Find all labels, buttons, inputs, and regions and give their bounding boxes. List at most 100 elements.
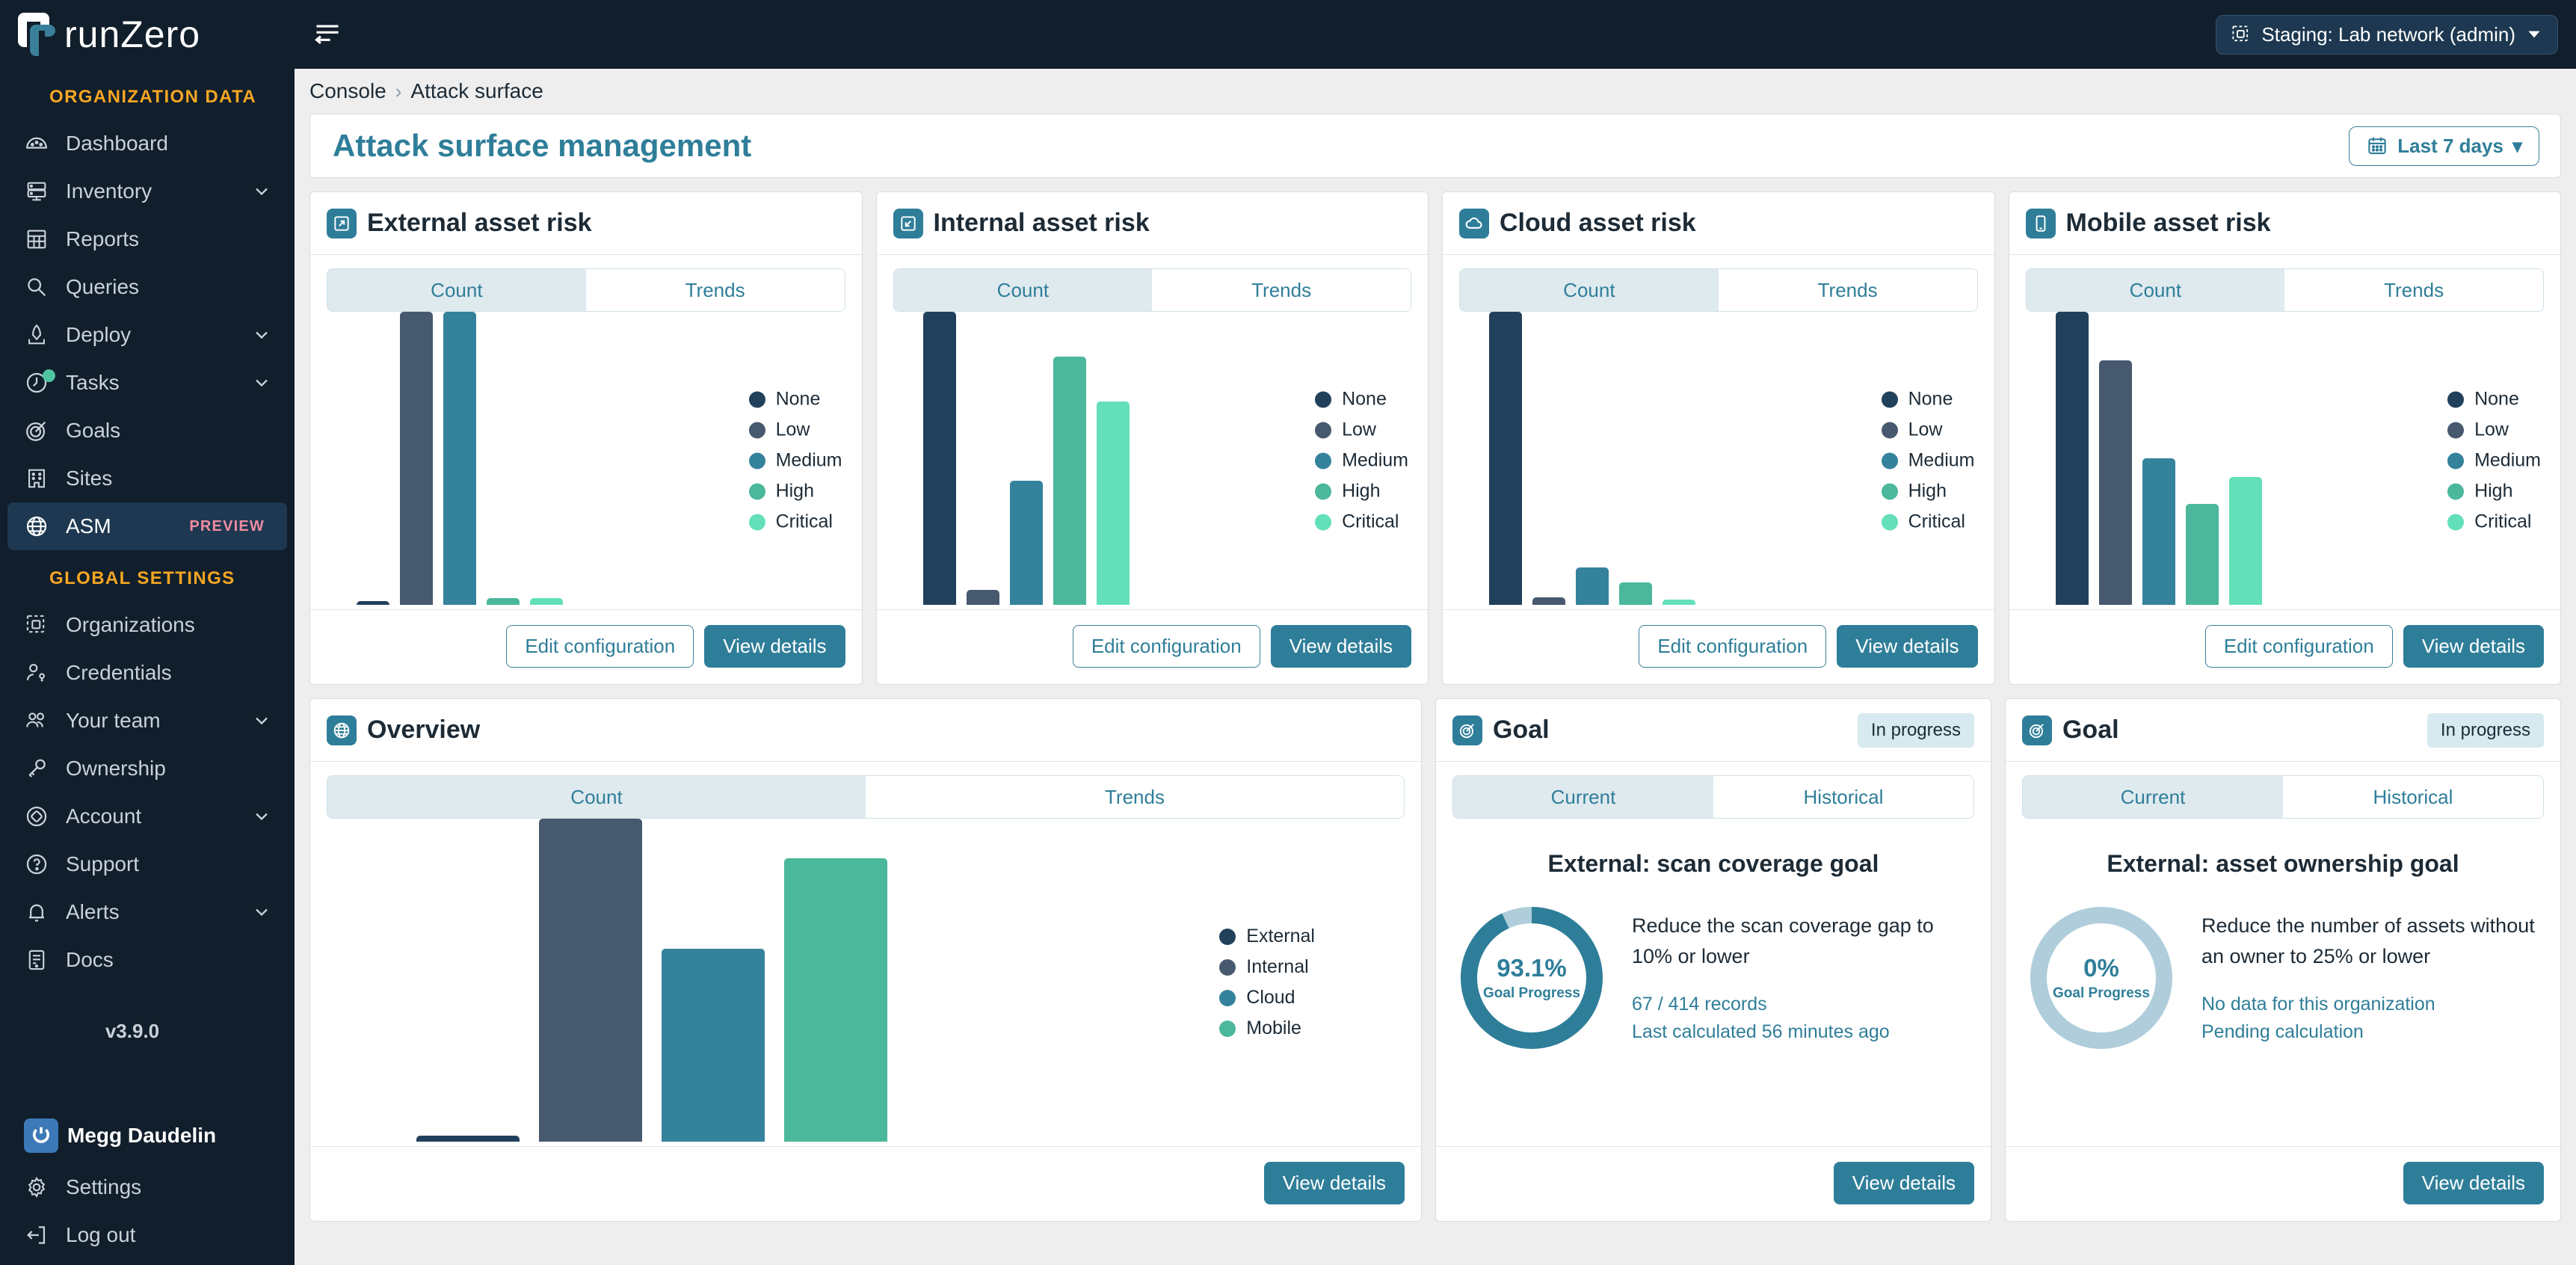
chart-legend: None Low Medium High Critical — [2447, 389, 2541, 533]
card-header: Overview — [310, 699, 1421, 762]
sidebar-item-your-team[interactable]: Your team — [0, 697, 295, 745]
date-range-picker[interactable]: Last 7 days ▾ — [2349, 126, 2539, 166]
card-header: Mobile asset risk — [2009, 192, 2560, 255]
sidebar-item-goals[interactable]: Goals — [0, 407, 295, 455]
tab-current[interactable]: Current — [1452, 776, 1713, 818]
legend-item: Cloud — [1219, 987, 1315, 1009]
view-details-button[interactable]: View details — [704, 625, 845, 668]
chevron-down-icon[interactable] — [251, 181, 272, 202]
chevron-down-icon[interactable] — [251, 902, 272, 923]
chart-legend: None Low Medium High Critical — [1315, 389, 1408, 533]
bar-none — [357, 601, 389, 605]
tab-count[interactable]: Count — [2026, 269, 2285, 311]
card-footer: View details — [310, 1146, 1421, 1221]
tab-historical[interactable]: Historical — [1713, 776, 1973, 818]
card-header: External asset risk — [310, 192, 862, 255]
goal-heading: External: asset ownership goal — [2107, 850, 2459, 877]
tab-count[interactable]: Count — [327, 269, 586, 311]
legend-label: Critical — [775, 511, 833, 532]
sidebar-item-docs[interactable]: Docs — [0, 936, 295, 984]
app-logo[interactable]: runZero — [0, 0, 295, 69]
chevron-down-icon[interactable] — [251, 710, 272, 731]
chevron-down-icon[interactable] — [251, 324, 272, 345]
tab-trends[interactable]: Trends — [585, 269, 845, 311]
organization-switcher[interactable]: Staging: Lab network (admin) — [2216, 14, 2558, 55]
sidebar-item-deploy[interactable]: Deploy — [0, 311, 295, 359]
legend-label: Low — [2474, 419, 2509, 440]
runzero-logo-icon — [13, 11, 60, 58]
sidebar-item-organizations[interactable]: Organizations — [0, 601, 295, 649]
edit-configuration-button[interactable]: Edit configuration — [506, 625, 694, 668]
view-details-button[interactable]: View details — [1263, 1162, 1405, 1204]
sidebar-item-credentials[interactable]: Credentials — [0, 649, 295, 697]
bar-none — [2055, 312, 2089, 605]
legend-label: Low — [1342, 419, 1376, 440]
legend-color-dot — [1881, 391, 1898, 407]
gear-icon — [24, 1175, 58, 1200]
tab-count[interactable]: Count — [893, 269, 1153, 311]
legend-color-dot — [2447, 422, 2465, 438]
breadcrumb-console[interactable]: Console — [309, 79, 386, 103]
sidebar-item-label: Organizations — [66, 613, 195, 636]
organizations-icon — [24, 612, 58, 638]
bar-medium — [1009, 480, 1043, 605]
card-title: Overview — [367, 715, 481, 744]
tab-trends[interactable]: Trends — [1152, 269, 1411, 311]
view-details-button[interactable]: View details — [1833, 1162, 1974, 1204]
sidebar-item-account[interactable]: Account — [0, 792, 295, 840]
card-header: Goal In progress — [2005, 699, 2560, 762]
sidebar-item-queries[interactable]: Queries — [0, 263, 295, 311]
sidebar-item-reports[interactable]: Reports — [0, 215, 295, 263]
goal-records: 67 / 414 records — [1631, 994, 1767, 1015]
sidebar-item-label: Credentials — [66, 661, 172, 684]
chevron-down-icon[interactable] — [251, 806, 272, 827]
legend-item: Low — [1881, 419, 1975, 441]
legend-label: Critical — [1342, 511, 1399, 532]
top-bar: Staging: Lab network (admin) — [295, 0, 2576, 69]
edit-configuration-button[interactable]: Edit configuration — [1072, 625, 1260, 668]
legend-color-dot — [1315, 422, 1332, 438]
tab-count[interactable]: Count — [327, 776, 866, 818]
sidebar-item-asm[interactable]: ASM PREVIEW — [7, 502, 287, 550]
tab-group: Count Trends — [1459, 268, 1978, 312]
sidebar-item-support[interactable]: Support — [0, 840, 295, 888]
sidebar-item-ownership[interactable]: Ownership — [0, 745, 295, 792]
sidebar-item-dashboard[interactable]: Dashboard — [0, 120, 295, 167]
view-details-button[interactable]: View details — [1837, 625, 1978, 668]
team-icon — [24, 708, 58, 733]
docs-icon — [24, 947, 58, 973]
chevron-down-icon[interactable] — [251, 372, 272, 393]
sidebar-item-label: Tasks — [66, 371, 120, 394]
tab-historical[interactable]: Historical — [2282, 776, 2543, 818]
view-details-button[interactable]: View details — [2403, 625, 2544, 668]
tab-trends[interactable]: Trends — [2284, 269, 2543, 311]
sidebar-item-logout[interactable]: Log out — [0, 1211, 295, 1259]
tab-trends[interactable]: Trends — [1718, 269, 1977, 311]
legend-item: Low — [2447, 419, 2541, 441]
goal-details: Reduce the number of assets without an o… — [2201, 911, 2544, 1045]
sidebar-item-label: Your team — [66, 709, 161, 732]
goal-progress-donut: 93.1% Goal Progress — [1457, 903, 1606, 1053]
chart-legend: External Internal Cloud Mobile — [1219, 926, 1315, 1039]
edit-configuration-button[interactable]: Edit configuration — [2204, 625, 2393, 668]
target-icon — [2021, 715, 2052, 745]
user-profile[interactable]: Megg Daudelin — [0, 1108, 295, 1163]
edit-configuration-button[interactable]: Edit configuration — [1639, 625, 1827, 668]
legend-color-dot — [1219, 1020, 1236, 1037]
legend-item: High — [748, 481, 842, 502]
sidebar-item-sites[interactable]: Sites — [0, 455, 295, 502]
card-footer: Edit configuration View details — [310, 609, 862, 684]
sidebar-item-label: Deploy — [66, 323, 132, 346]
tab-current[interactable]: Current — [2022, 776, 2283, 818]
sidebar-item-alerts[interactable]: Alerts — [0, 888, 295, 936]
card-mobile-asset-risk: Mobile asset risk Count Trends None Low Me… — [2008, 191, 2561, 685]
view-details-button[interactable]: View details — [1270, 625, 1411, 668]
tab-count[interactable]: Count — [1460, 269, 1719, 311]
legend-color-dot — [1315, 514, 1332, 530]
hamburger-icon[interactable] — [311, 19, 344, 49]
sidebar-item-settings[interactable]: Settings — [0, 1163, 295, 1211]
tab-trends[interactable]: Trends — [866, 776, 1404, 818]
view-details-button[interactable]: View details — [2403, 1162, 2544, 1204]
sidebar-item-tasks[interactable]: Tasks — [0, 359, 295, 407]
sidebar-item-inventory[interactable]: Inventory — [0, 167, 295, 215]
